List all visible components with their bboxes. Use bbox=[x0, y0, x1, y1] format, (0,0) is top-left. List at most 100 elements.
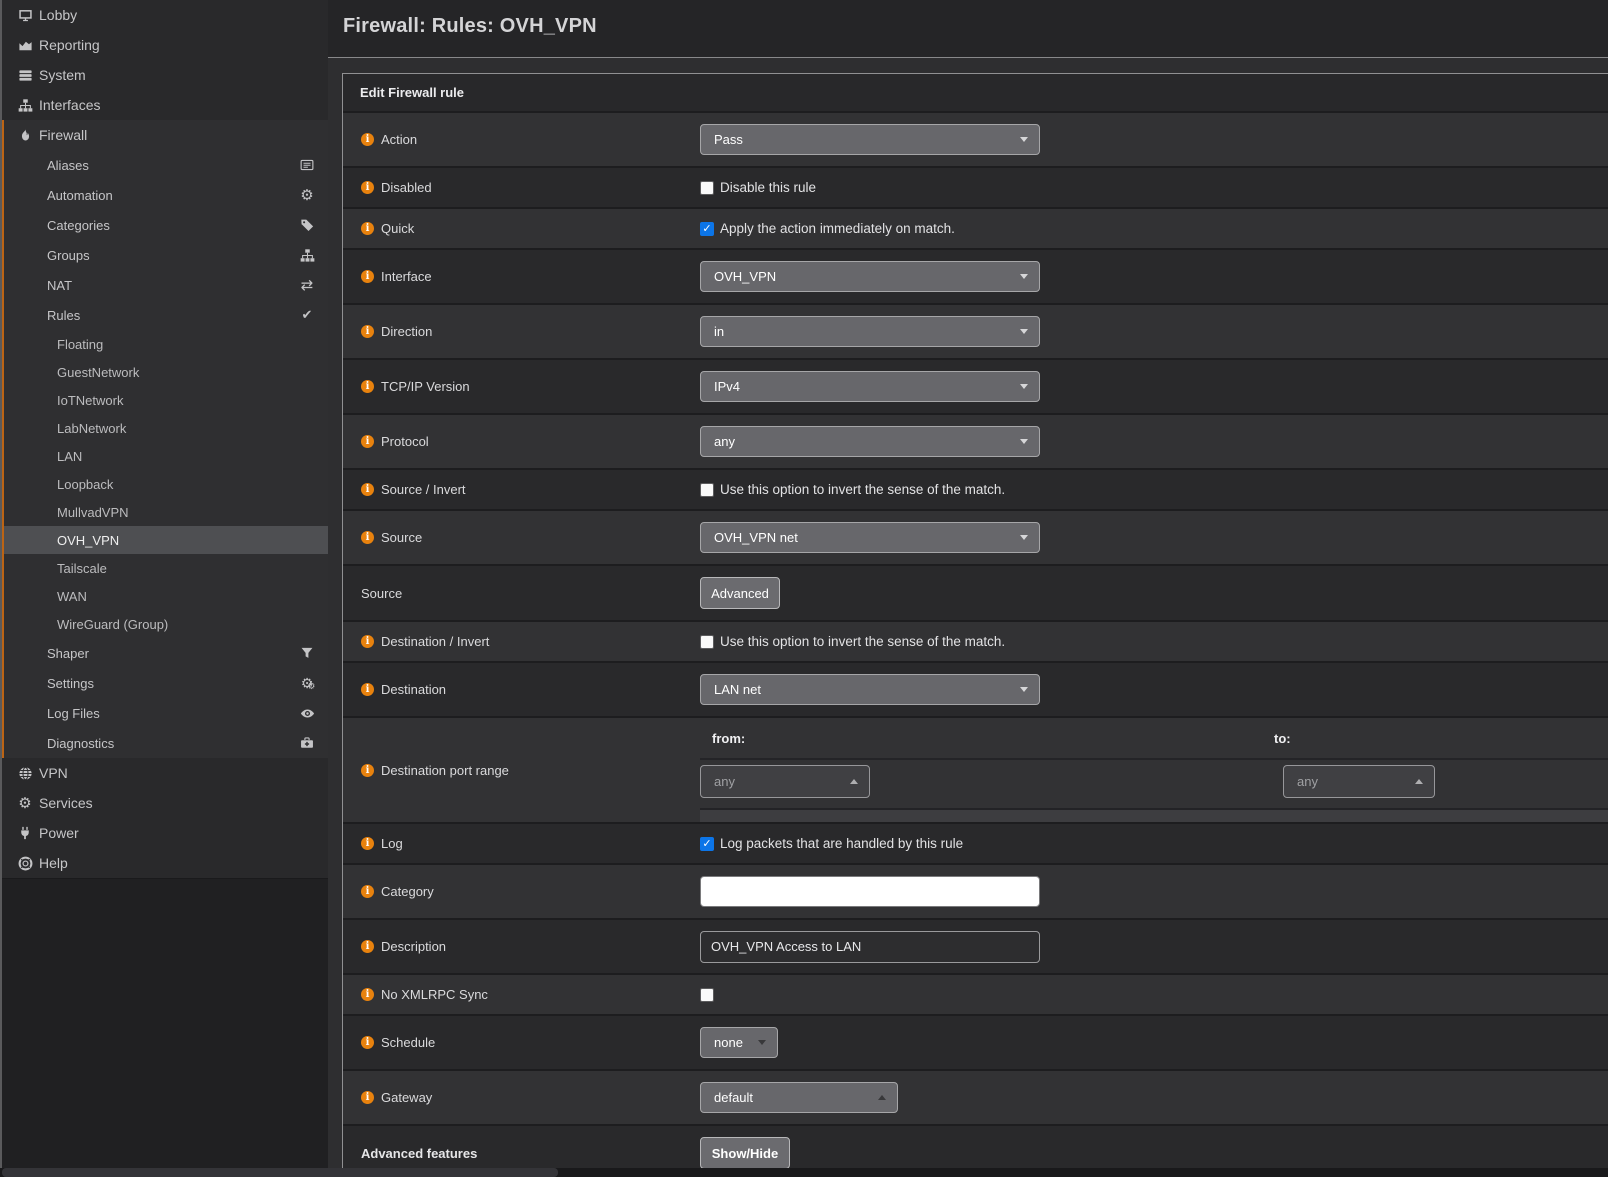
dest-port-from-select[interactable]: any bbox=[700, 765, 870, 798]
source-select[interactable]: OVH_VPN net bbox=[700, 522, 1040, 553]
dest-port-to-select[interactable]: any bbox=[1283, 765, 1435, 798]
form-row-schedule-17: iSchedulenone bbox=[343, 1016, 1608, 1071]
info-icon[interactable]: i bbox=[361, 325, 374, 338]
port-range-labels: from:to: bbox=[700, 718, 1608, 760]
tcpip-version-select-value: IPv4 bbox=[714, 379, 740, 394]
schedule-select[interactable]: none bbox=[700, 1027, 778, 1058]
source-invert-checkbox[interactable] bbox=[700, 483, 714, 497]
sidebar-item-floating[interactable]: Floating bbox=[0, 330, 328, 358]
sitemap-icon bbox=[298, 240, 316, 270]
info-icon[interactable]: i bbox=[361, 222, 374, 235]
row-label: Log bbox=[381, 836, 403, 851]
interface-select[interactable]: OVH_VPN bbox=[700, 261, 1040, 292]
info-icon[interactable]: i bbox=[361, 483, 374, 496]
horizontal-scrollbar[interactable] bbox=[0, 1168, 1608, 1177]
sidebar-item-reporting[interactable]: Reporting bbox=[0, 30, 328, 60]
row-label: Description bbox=[381, 939, 446, 954]
row-label-cell: iDisabled bbox=[343, 168, 700, 207]
disabled-checkbox[interactable] bbox=[700, 181, 714, 195]
sidebar-item-mullvadvpn[interactable]: MullvadVPN bbox=[0, 498, 328, 526]
log-checkbox[interactable]: ✓ bbox=[700, 837, 714, 851]
row-control-cell: LAN net bbox=[700, 663, 1608, 716]
sidebar-item-services[interactable]: ⚙Services bbox=[0, 788, 328, 818]
sidebar-item-label: VPN bbox=[39, 765, 68, 781]
tcpip-version-select[interactable]: IPv4 bbox=[700, 371, 1040, 402]
row-label-cell: iSource / Invert bbox=[343, 470, 700, 509]
destination-invert-checkbox[interactable] bbox=[700, 635, 714, 649]
sidebar-item-label: Groups bbox=[47, 248, 90, 263]
sidebar-item-guestnetwork[interactable]: GuestNetwork bbox=[0, 358, 328, 386]
info-icon[interactable]: i bbox=[361, 133, 374, 146]
info-icon[interactable]: i bbox=[361, 531, 374, 544]
sidebar-item-automation[interactable]: Automation⚙ bbox=[0, 180, 328, 210]
life-ring-icon bbox=[15, 856, 35, 871]
row-label-cell: iTCP/IP Version bbox=[343, 360, 700, 413]
info-icon[interactable]: i bbox=[361, 380, 374, 393]
gateway-select[interactable]: default bbox=[700, 1082, 898, 1113]
firewall-rule-form: iActionPassiDisabledDisable this ruleiQu… bbox=[343, 113, 1608, 1177]
sidebar-item-shaper[interactable]: Shaper bbox=[0, 638, 328, 668]
info-icon[interactable]: i bbox=[361, 181, 374, 194]
row-label-cell: i Log bbox=[343, 824, 700, 863]
sidebar-item-lan[interactable]: LAN bbox=[0, 442, 328, 470]
info-icon[interactable]: i bbox=[361, 270, 374, 283]
caret-down-icon bbox=[1020, 439, 1028, 444]
info-icon[interactable]: i bbox=[361, 764, 374, 777]
info-icon[interactable]: i bbox=[361, 435, 374, 448]
info-icon[interactable]: i bbox=[361, 885, 374, 898]
info-icon[interactable]: i bbox=[361, 635, 374, 648]
sidebar-item-log-files[interactable]: Log Files bbox=[0, 698, 328, 728]
sidebar-item-firewall[interactable]: Firewall bbox=[0, 120, 328, 150]
sidebar-item-diagnostics[interactable]: Diagnostics bbox=[0, 728, 328, 758]
log-checkbox-label[interactable]: Log packets that are handled by this rul… bbox=[720, 836, 963, 851]
sidebar-item-aliases[interactable]: Aliases bbox=[0, 150, 328, 180]
disabled-checkbox-label[interactable]: Disable this rule bbox=[720, 180, 816, 195]
sidebar-item-wireguard-group[interactable]: WireGuard (Group) bbox=[0, 610, 328, 638]
direction-select[interactable]: in bbox=[700, 316, 1040, 347]
sidebar-item-interfaces[interactable]: Interfaces bbox=[0, 90, 328, 120]
sidebar-item-label: LabNetwork bbox=[57, 421, 126, 436]
sidebar-item-categories[interactable]: Categories bbox=[0, 210, 328, 240]
sidebar-item-vpn[interactable]: VPN bbox=[0, 758, 328, 788]
form-row-destination-invert-10: iDestination / InvertUse this option to … bbox=[343, 622, 1608, 663]
advanced-features-show-hide-button[interactable]: Show/Hide bbox=[700, 1137, 790, 1169]
source-advanced-button[interactable]: Advanced bbox=[700, 577, 780, 609]
source-invert-checkbox-label[interactable]: Use this option to invert the sense of t… bbox=[720, 482, 1005, 497]
from-label: from: bbox=[712, 731, 745, 746]
sidebar-item-tailscale[interactable]: Tailscale bbox=[0, 554, 328, 582]
quick-checkbox[interactable]: ✓ bbox=[700, 222, 714, 236]
horizontal-scrollbar-thumb[interactable] bbox=[2, 1168, 558, 1177]
sidebar-item-ovh-vpn[interactable]: OVH_VPN bbox=[0, 526, 328, 554]
sidebar-item-settings[interactable]: Settings⚙⚙ bbox=[0, 668, 328, 698]
info-icon[interactable]: i bbox=[361, 988, 374, 1001]
sidebar-item-loopback[interactable]: Loopback bbox=[0, 470, 328, 498]
sidebar-item-iotnetwork[interactable]: IoTNetwork bbox=[0, 386, 328, 414]
sidebar-item-power[interactable]: Power bbox=[0, 818, 328, 848]
no-xmlrpc-sync-checkbox[interactable] bbox=[700, 988, 714, 1002]
sidebar-item-groups[interactable]: Groups bbox=[0, 240, 328, 270]
info-icon[interactable]: i bbox=[361, 837, 374, 850]
sidebar-item-wan[interactable]: WAN bbox=[0, 582, 328, 610]
destination-invert-checkbox-label[interactable]: Use this option to invert the sense of t… bbox=[720, 634, 1005, 649]
info-icon[interactable]: i bbox=[361, 683, 374, 696]
action-select[interactable]: Pass bbox=[700, 124, 1040, 155]
sidebar-item-label: Interfaces bbox=[39, 97, 100, 113]
sidebar-item-lobby[interactable]: Lobby bbox=[0, 0, 328, 30]
info-icon[interactable]: i bbox=[361, 1091, 374, 1104]
category-input[interactable] bbox=[700, 876, 1040, 907]
protocol-select[interactable]: any bbox=[700, 426, 1040, 457]
sidebar-item-nat[interactable]: NAT⇄ bbox=[0, 270, 328, 300]
caret-down-icon bbox=[1020, 274, 1028, 279]
caret-down-icon bbox=[1020, 687, 1028, 692]
info-icon[interactable]: i bbox=[361, 1036, 374, 1049]
sidebar-item-help[interactable]: Help bbox=[0, 848, 328, 878]
sidebar-item-system[interactable]: System bbox=[0, 60, 328, 90]
desktop-icon bbox=[15, 8, 35, 23]
description-input[interactable]: OVH_VPN Access to LAN bbox=[700, 931, 1040, 963]
quick-checkbox-label[interactable]: Apply the action immediately on match. bbox=[720, 221, 955, 236]
info-icon[interactable]: i bbox=[361, 940, 374, 953]
sidebar-item-labnetwork[interactable]: LabNetwork bbox=[0, 414, 328, 442]
destination-select[interactable]: LAN net bbox=[700, 674, 1040, 705]
sidebar-item-rules[interactable]: Rules✔ bbox=[0, 300, 328, 330]
row-label: Destination bbox=[381, 682, 446, 697]
